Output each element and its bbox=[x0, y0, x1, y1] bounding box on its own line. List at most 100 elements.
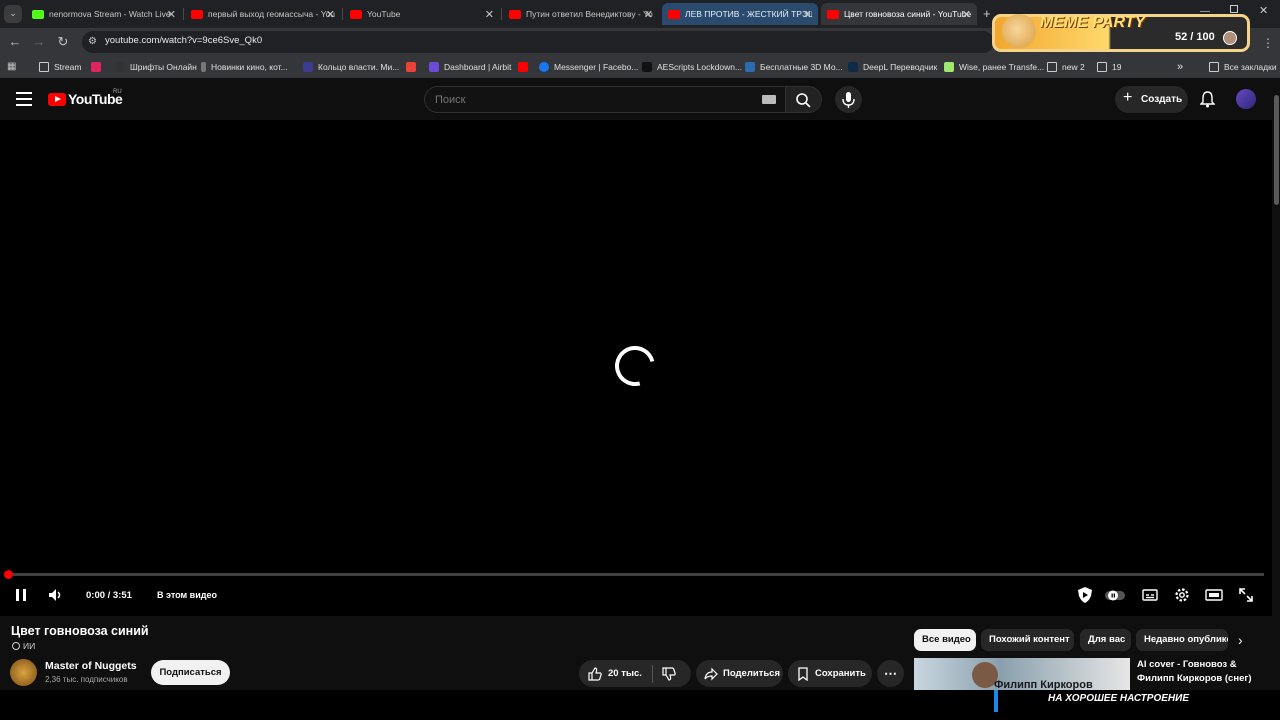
search-input[interactable] bbox=[424, 86, 786, 113]
recommendation-title-line2[interactable]: Филипп Киркоров (снег) bbox=[1137, 673, 1252, 684]
voice-search-button[interactable] bbox=[835, 86, 862, 113]
chip-related[interactable]: Похожий контент bbox=[981, 629, 1074, 651]
video-title: Цвет говновоза синий bbox=[11, 624, 149, 638]
autoplay-toggle[interactable] bbox=[1105, 586, 1125, 604]
close-icon[interactable]: ✕ bbox=[803, 8, 812, 21]
bookmark-airbit[interactable]: Dashboard | Airbit bbox=[429, 60, 511, 74]
recommendation-title-line1[interactable]: AI cover - Говновоз & bbox=[1137, 659, 1237, 670]
tab-youtube[interactable]: YouTube ✕ bbox=[344, 3, 500, 25]
bookmarks-overflow-button[interactable]: » bbox=[1177, 60, 1183, 74]
bookmark-aescripts[interactable]: AEScripts Lockdown... bbox=[642, 60, 742, 74]
bookmark-3d-models[interactable]: Бесплатные 3D Мо... bbox=[745, 60, 843, 74]
bookmark-new2[interactable]: new 2 bbox=[1047, 60, 1085, 74]
tab-lev-protiv[interactable]: ЛЕВ ПРОТИВ - ЖЕСТКИЙ ТРЭШ ✕ bbox=[662, 3, 818, 25]
like-count[interactable]: 20 тыс. bbox=[608, 668, 642, 679]
app-icon bbox=[91, 62, 101, 72]
bookmark-stream[interactable]: Stream bbox=[39, 60, 81, 74]
tab-geomassych[interactable]: первый выход геомассыча - YouTube ✕ bbox=[185, 3, 341, 25]
forward-arrow-icon[interactable]: → bbox=[31, 34, 47, 50]
bookmark-messenger[interactable]: Messenger | Facebo... bbox=[539, 60, 638, 74]
dislike-button[interactable] bbox=[662, 666, 676, 681]
tab-search-button[interactable]: ⌄ bbox=[4, 5, 22, 23]
bookmark-kino[interactable]: Новинки кино, кот... bbox=[201, 60, 288, 74]
bookmark-label: 19 bbox=[1112, 62, 1122, 72]
bookmark-label: Новинки кино, кот... bbox=[211, 62, 288, 72]
settings-gear-icon[interactable] bbox=[1173, 586, 1191, 604]
bookmark-gmail[interactable] bbox=[406, 60, 421, 74]
chevron-right-icon[interactable]: › bbox=[1238, 632, 1243, 648]
youtube-icon bbox=[518, 62, 528, 72]
bookmark-fonts[interactable]: Шрифты Онлайн bbox=[115, 60, 197, 74]
recommendation-thumbnail[interactable]: Филипп Киркоров bbox=[914, 658, 1130, 691]
close-icon[interactable]: ✕ bbox=[485, 8, 494, 21]
close-icon[interactable]: ✕ bbox=[644, 8, 653, 21]
microphone-icon bbox=[842, 92, 855, 108]
bookmark-youtube[interactable] bbox=[518, 60, 533, 74]
close-icon[interactable]: ✕ bbox=[326, 8, 335, 21]
tab-putin[interactable]: Путин ответил Венедиктову - YouTube ✕ bbox=[503, 3, 659, 25]
subtitles-icon[interactable] bbox=[1141, 586, 1159, 604]
bookmark-wise[interactable]: Wise, ранее Transfe... bbox=[944, 60, 1044, 74]
bookmark-label: new 2 bbox=[1062, 62, 1085, 72]
3d-icon bbox=[745, 62, 755, 72]
pause-icon bbox=[16, 589, 26, 601]
tab-title: ЛЕВ ПРОТИВ - ЖЕСТКИЙ ТРЭШ bbox=[685, 9, 812, 19]
bookmark-deepl[interactable]: DeepL Переводчик bbox=[848, 60, 937, 74]
meme-party-count: 52 / 100 bbox=[1175, 31, 1215, 43]
share-button[interactable]: Поделиться bbox=[696, 660, 783, 687]
apps-grid-icon[interactable]: ▦ bbox=[7, 61, 16, 72]
bookmark-app[interactable] bbox=[91, 60, 106, 74]
chip-for-you[interactable]: Для вас bbox=[1080, 629, 1131, 651]
tab-current-video[interactable]: Цвет говновоза синий - YouTube ✕ bbox=[821, 3, 977, 25]
youtube-icon bbox=[668, 9, 680, 19]
url-text[interactable]: youtube.com/watch?v=9ce6Sve_Qk0 bbox=[105, 35, 262, 46]
hamburger-menu-icon[interactable] bbox=[16, 92, 32, 106]
window-close-icon[interactable]: ✕ bbox=[1259, 4, 1268, 17]
in-this-video-button[interactable]: В этом видео bbox=[157, 590, 217, 600]
new-tab-button[interactable]: + bbox=[983, 6, 991, 21]
save-button[interactable]: Сохранить bbox=[788, 660, 872, 687]
subscribe-button[interactable]: Подписаться bbox=[151, 660, 230, 685]
overlay-caption: НА ХОРОШЕЕ НАСТРОЕНИЕ bbox=[1048, 693, 1189, 704]
close-icon[interactable]: ✕ bbox=[167, 8, 176, 21]
reload-icon[interactable]: ↻ bbox=[55, 34, 71, 50]
all-bookmarks[interactable]: Все закладки bbox=[1209, 60, 1277, 74]
theater-mode-icon[interactable] bbox=[1205, 586, 1223, 604]
close-icon[interactable]: ✕ bbox=[962, 8, 971, 21]
plus-icon: + bbox=[1123, 89, 1133, 106]
channel-avatar[interactable] bbox=[10, 659, 37, 686]
browser-menu-icon[interactable]: ⋮ bbox=[1262, 36, 1274, 50]
chip-recently-uploaded[interactable]: Недавно опублико bbox=[1136, 629, 1228, 651]
channel-name[interactable]: Master of Nuggets bbox=[45, 660, 137, 672]
shield-icon[interactable] bbox=[1076, 586, 1094, 604]
restore-icon[interactable] bbox=[1230, 5, 1238, 13]
youtube-icon bbox=[509, 9, 521, 19]
like-button[interactable] bbox=[588, 666, 602, 681]
keyboard-icon[interactable] bbox=[762, 95, 776, 104]
region-label: RU bbox=[113, 89, 122, 95]
fullscreen-icon[interactable] bbox=[1237, 586, 1255, 604]
back-arrow-icon[interactable]: ← bbox=[7, 34, 23, 50]
youtube-logo-icon[interactable] bbox=[48, 93, 66, 106]
chip-all-videos[interactable]: Все видео bbox=[914, 629, 976, 651]
bookmark-koltso[interactable]: Кольцо власти. Ми... bbox=[303, 60, 399, 74]
more-actions-button[interactable]: ⋯ bbox=[877, 660, 904, 687]
r-icon bbox=[303, 62, 313, 72]
avatar[interactable] bbox=[1236, 89, 1256, 109]
bookmark-icon bbox=[798, 666, 808, 681]
bookmark-19[interactable]: 19 bbox=[1097, 60, 1121, 74]
create-button[interactable]: + Создать bbox=[1115, 86, 1188, 113]
doge-icon bbox=[1002, 14, 1036, 48]
progress-bar[interactable] bbox=[8, 573, 1264, 576]
tab-nenormova[interactable]: nenormova Stream - Watch Live ✕ bbox=[26, 3, 182, 25]
volume-button[interactable] bbox=[47, 586, 65, 604]
bookmark-label: Dashboard | Airbit bbox=[444, 62, 512, 72]
pause-button[interactable] bbox=[12, 586, 30, 604]
tab-title: Цвет говновоза синий - YouTube bbox=[844, 9, 971, 19]
tab-title: nenormova Stream - Watch Live bbox=[49, 9, 171, 19]
progress-scrubber[interactable] bbox=[4, 570, 13, 579]
site-info-icon[interactable]: ⚙ bbox=[88, 36, 100, 48]
notifications-bell-icon[interactable] bbox=[1199, 91, 1216, 111]
scrollbar-thumb[interactable] bbox=[1274, 95, 1279, 205]
search-button[interactable] bbox=[786, 86, 822, 113]
